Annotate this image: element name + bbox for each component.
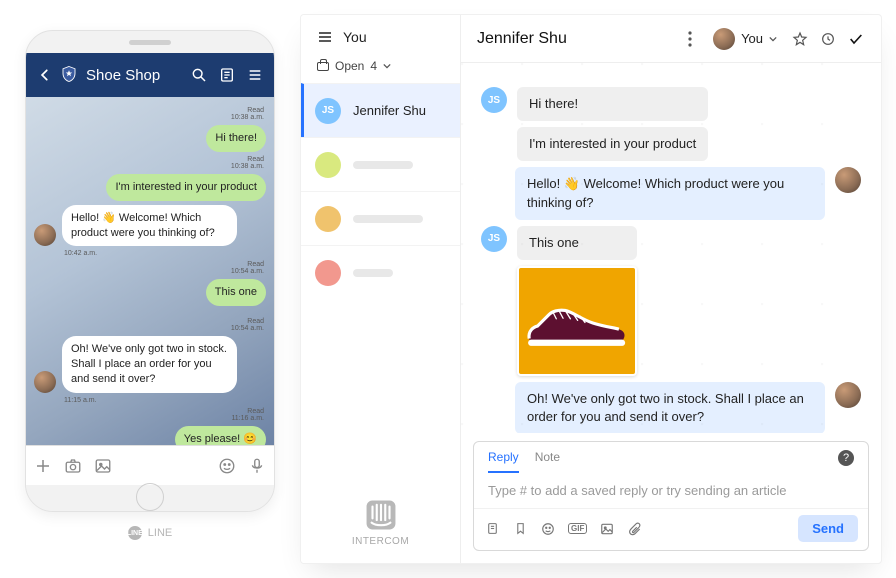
reply-composer: Reply Note ? Type # to add a saved reply… <box>473 441 869 551</box>
snooze-icon[interactable] <box>819 30 837 48</box>
message-meta: 11:15 a.m. <box>64 397 264 404</box>
avatar-placeholder <box>315 260 341 286</box>
placeholder-line <box>353 269 393 277</box>
message-meta: Read 10:38 a.m. <box>34 107 264 121</box>
conversation-item[interactable] <box>301 191 460 245</box>
outgoing-message: Yes please! 😊 <box>175 426 266 445</box>
outgoing-message: Hi there! <box>206 125 266 152</box>
agent-message: Oh! We've only got two in stock. Shall I… <box>515 382 825 433</box>
help-icon[interactable]: ? <box>838 450 854 466</box>
verified-shield-icon <box>60 65 80 85</box>
conversation-item[interactable]: JS Jennifer Shu <box>301 83 460 137</box>
incoming-message: Oh! We've only got two in stock. Shall I… <box>62 336 237 393</box>
inbox-filter-count: 4 <box>370 59 377 73</box>
conversation-title: Jennifer Shu <box>477 30 671 48</box>
message-meta: 10:42 a.m. <box>64 250 264 257</box>
customer-message: I'm interested in your product <box>517 127 708 161</box>
emoji-icon[interactable] <box>540 521 556 537</box>
customer-message: Hi there! <box>517 87 708 121</box>
mic-icon[interactable] <box>248 457 266 475</box>
attachment-icon[interactable] <box>627 521 643 537</box>
outgoing-message: I'm interested in your product <box>106 174 266 201</box>
contact-avatar <box>34 224 56 246</box>
assignee-picker[interactable]: You <box>713 28 777 50</box>
message-meta: Read 10:38 a.m. <box>34 156 264 170</box>
outgoing-message: This one <box>206 279 266 306</box>
conversation-item[interactable] <box>301 245 460 299</box>
placeholder-line <box>353 161 413 169</box>
line-phone-mockup: Shoe Shop Read 10:38 a.m. Hi there! Read… <box>25 30 275 512</box>
agent-avatar <box>835 382 861 408</box>
search-icon[interactable] <box>190 66 208 84</box>
image-icon[interactable] <box>599 521 615 537</box>
assignee-avatar <box>713 28 735 50</box>
gif-icon[interactable]: GIF <box>568 523 587 534</box>
intercom-app: You Open 4 JS Jennifer Shu <box>300 14 882 564</box>
close-conversation-icon[interactable] <box>847 30 865 48</box>
star-icon[interactable] <box>791 30 809 48</box>
inbox-filter-label: Open <box>335 59 364 73</box>
inbox-sidebar: You Open 4 JS Jennifer Shu <box>301 15 461 563</box>
customer-message: This one <box>517 226 637 260</box>
menu-icon[interactable] <box>317 29 333 45</box>
message-meta: Read 10:54 a.m. <box>34 261 264 275</box>
send-button[interactable]: Send <box>798 515 858 542</box>
agent-message: Hello! 👋 Welcome! Which product were you… <box>515 167 825 219</box>
customer-avatar: JS <box>481 87 507 113</box>
line-message-list: Read 10:38 a.m. Hi there! Read 10:38 a.m… <box>26 97 274 445</box>
menu-icon[interactable] <box>246 66 264 84</box>
line-input-toolbar <box>26 445 274 485</box>
inbox-owner-label: You <box>343 29 367 45</box>
more-icon[interactable] <box>681 30 699 48</box>
chevron-down-icon <box>769 35 777 43</box>
camera-icon[interactable] <box>64 457 82 475</box>
line-chat-title: Shoe Shop <box>86 67 180 84</box>
chevron-down-icon <box>383 62 391 70</box>
insert-article-icon[interactable] <box>484 521 500 537</box>
conversation-thread: JS Hi there! I'm interested in your prod… <box>461 63 881 433</box>
back-icon[interactable] <box>36 66 54 84</box>
home-button[interactable] <box>136 483 164 511</box>
customer-avatar: JS <box>481 226 507 252</box>
inbox-filter[interactable]: Open 4 <box>301 53 460 83</box>
agent-avatar <box>835 167 861 193</box>
line-chat-header: Shoe Shop <box>26 53 274 97</box>
avatar-initials: JS <box>315 98 341 124</box>
composer-input[interactable]: Type # to add a saved reply or try sendi… <box>474 473 868 508</box>
message-meta: Read 10:54 a.m. <box>34 318 264 332</box>
message-meta: Read 11:16 a.m. <box>34 408 264 422</box>
customer-image-message[interactable] <box>517 266 637 376</box>
inbox-icon <box>317 62 329 71</box>
bookmark-icon[interactable] <box>512 521 528 537</box>
intercom-brand: INTERCOM <box>301 482 460 563</box>
line-brand-label: LINELINE <box>128 526 172 540</box>
notes-icon[interactable] <box>218 66 236 84</box>
contact-avatar <box>34 371 56 393</box>
conversation-name: Jennifer Shu <box>353 103 426 118</box>
conversation-header: Jennifer Shu You <box>461 15 881 63</box>
add-icon[interactable] <box>34 457 52 475</box>
avatar-placeholder <box>315 206 341 232</box>
emoji-icon[interactable] <box>218 457 236 475</box>
incoming-message: Hello! 👋 Welcome! Which product were you… <box>62 205 237 247</box>
avatar-placeholder <box>315 152 341 178</box>
tab-reply[interactable]: Reply <box>488 450 519 473</box>
placeholder-line <box>353 215 423 223</box>
gallery-icon[interactable] <box>94 457 112 475</box>
assignee-label: You <box>741 31 763 46</box>
tab-note[interactable]: Note <box>535 450 560 473</box>
conversation-item[interactable] <box>301 137 460 191</box>
conversation-list: JS Jennifer Shu <box>301 83 460 299</box>
